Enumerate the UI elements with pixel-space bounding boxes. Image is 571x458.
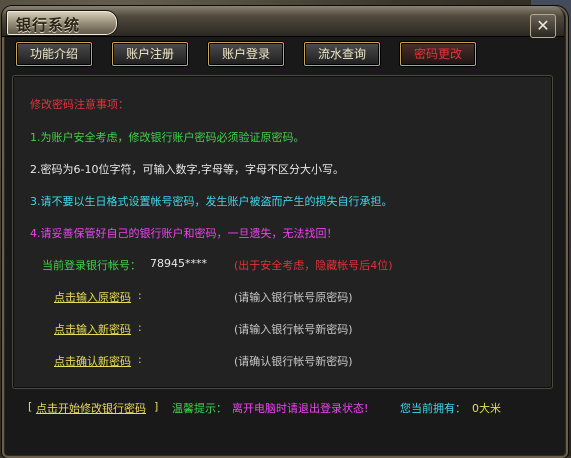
balance-label: 您当前拥有： [400,402,466,415]
tab-change-password[interactable]: 密码更改 [400,42,476,66]
footer-bracket-right: ] [154,400,159,413]
old-password-colon: : [138,289,142,302]
account-label: 当前登录银行帐号： [42,259,141,272]
confirm-password-hint: (请确认银行帐号新密码) [234,355,353,368]
account-value: 78945**** [150,257,207,270]
notice-item-3: 3.请不要以生日格式设置帐号密码，发生账户被盗而产生的损失自行承担。 [30,195,393,208]
notice-item-2: 2.密码为6-10位字符，可输入数字,字母等，字母不区分大小写。 [30,163,344,176]
start-change-password-button[interactable]: 点击开始修改银行密码 [36,400,146,416]
tip-text: 离开电脑时请退出登录状态! [232,402,369,415]
new-password-hint: (请输入银行帐号新密码) [234,323,353,336]
tab-statement[interactable]: 流水查询 [304,42,380,66]
old-password-link[interactable]: 点击输入原密码 [54,289,131,305]
notice-item-1: 1.为账户安全考虑，修改银行账户密码必须验证原密码。 [30,131,305,144]
new-password-colon: : [138,321,142,334]
new-password-link[interactable]: 点击输入新密码 [54,321,131,337]
close-button[interactable]: ✕ [530,14,556,38]
old-password-hint: (请输入银行帐号原密码) [234,291,353,304]
notice-heading: 修改密码注意事项： [30,98,129,111]
balance-value: 0大米 [472,402,501,415]
title-bar[interactable]: 银行系统 ✕ [2,6,564,38]
footer-bracket-left: [ [28,400,33,413]
confirm-password-colon: : [138,353,142,366]
confirm-password-link[interactable]: 点击确认新密码 [54,353,131,369]
account-security-note: (出于安全考虑，隐藏帐号后4位) [234,259,393,272]
footer-bar: [ 点击开始修改银行密码 ] 温馨提示： 离开电脑时请退出登录状态! 您当前拥有… [12,392,551,420]
notice-item-4: 4.请妥善保管好自己的银行账户和密码，一旦遗失，无法找回！ [30,227,338,240]
window-title: 银行系统 [16,16,81,34]
tip-label: 温馨提示： [172,402,227,415]
tab-login[interactable]: 账户登录 [208,42,284,66]
tab-register[interactable]: 账户注册 [112,42,188,66]
tab-intro[interactable]: 功能介绍 [16,42,92,66]
